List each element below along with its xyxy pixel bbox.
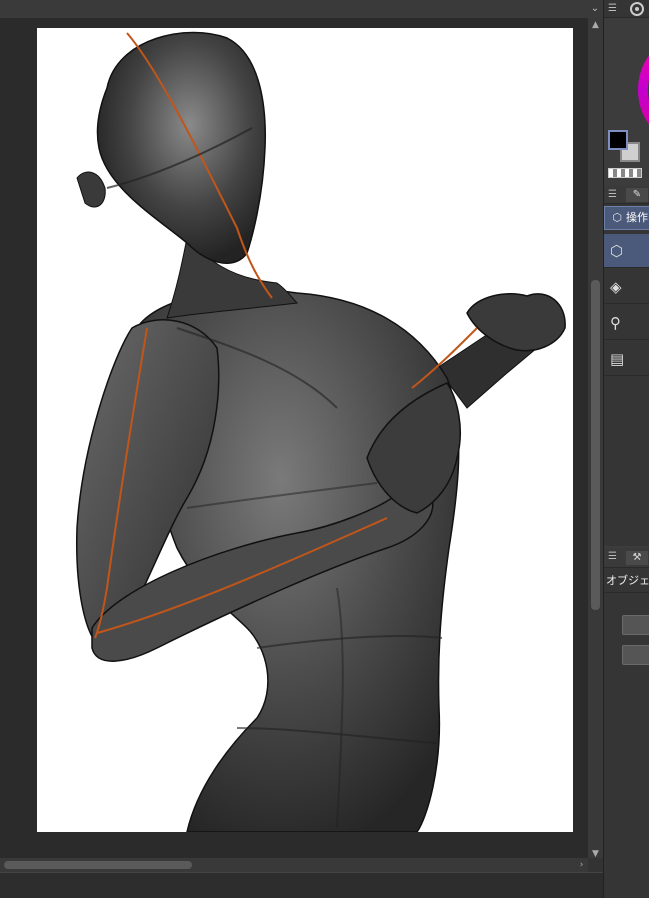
menu-icon[interactable]: ☰ (608, 551, 618, 563)
transparent-color-swatch[interactable] (608, 168, 642, 178)
drawing-paper[interactable] (37, 28, 573, 832)
canvas-top-bar: ⌄ (0, 0, 603, 18)
subtool-light-source[interactable]: ⚲ (604, 306, 649, 340)
wrench-icon[interactable]: ⚒ (626, 551, 648, 565)
menu-icon[interactable]: ☰ (608, 189, 618, 201)
tool-property-panel: ☰ ⚒ オブジェクト (604, 548, 649, 898)
property-button[interactable] (622, 645, 649, 665)
color-wheel-tab-icon[interactable] (630, 2, 644, 16)
subtool-object[interactable]: ⬡ (604, 234, 649, 268)
tool-property-title: オブジェクト (606, 574, 649, 587)
object-select-icon: ⬡ (612, 211, 622, 224)
menu-icon[interactable]: ☰ (608, 3, 618, 15)
vertical-scrollbar[interactable]: ▲ ▼ (588, 18, 603, 861)
color-panel-header: ☰ (604, 0, 649, 18)
timeline-icon: ▤ (610, 350, 625, 368)
scroll-right-icon[interactable]: › (575, 858, 588, 872)
tool-property-header: ☰ ⚒ (604, 548, 649, 568)
object-select-icon: ⬡ (610, 242, 624, 260)
pen-icon[interactable]: ✎ (626, 188, 648, 202)
tab-operation[interactable]: ⬡ 操作 (604, 206, 649, 230)
horizontal-scroll-thumb[interactable] (4, 861, 192, 869)
status-bar (0, 872, 603, 898)
tool-property-body (604, 592, 649, 665)
right-dock: ☰ ☰ ✎ ⬡ 操作 ⬡ ◈ ⚲ ▤ ☰ ⚒ オブジェ (603, 0, 649, 898)
3d-drawing-figure[interactable] (37, 28, 573, 832)
tab-operation-label: 操作 (626, 211, 648, 224)
sub-tool-panel: ☰ ✎ ⬡ 操作 ⬡ ◈ ⚲ ▤ (604, 186, 649, 546)
subtool-layer-select[interactable]: ◈ (604, 270, 649, 304)
layer-select-icon: ◈ (610, 278, 622, 296)
property-button[interactable] (622, 615, 649, 635)
chevron-down-icon[interactable]: ⌄ (588, 2, 602, 16)
main-color-swatch[interactable] (608, 130, 628, 150)
canvas-area[interactable] (0, 18, 588, 858)
sub-tool-header: ☰ ✎ (604, 186, 649, 204)
color-panel (604, 18, 649, 186)
clip-studio-window: ⌄ ▲ ▼ › ☰ ☰ ✎ ⬡ 操作 ⬡ ◈ ⚲ ▤ ☰ ⚒ オブジェ (0, 0, 649, 898)
light-source-icon: ⚲ (610, 314, 621, 332)
scroll-up-icon[interactable]: ▲ (588, 18, 603, 32)
vertical-scroll-thumb[interactable] (591, 280, 600, 610)
horizontal-scrollbar[interactable]: › (0, 858, 588, 872)
subtool-timeline[interactable]: ▤ (604, 342, 649, 376)
scrollbar-corner (588, 858, 603, 872)
